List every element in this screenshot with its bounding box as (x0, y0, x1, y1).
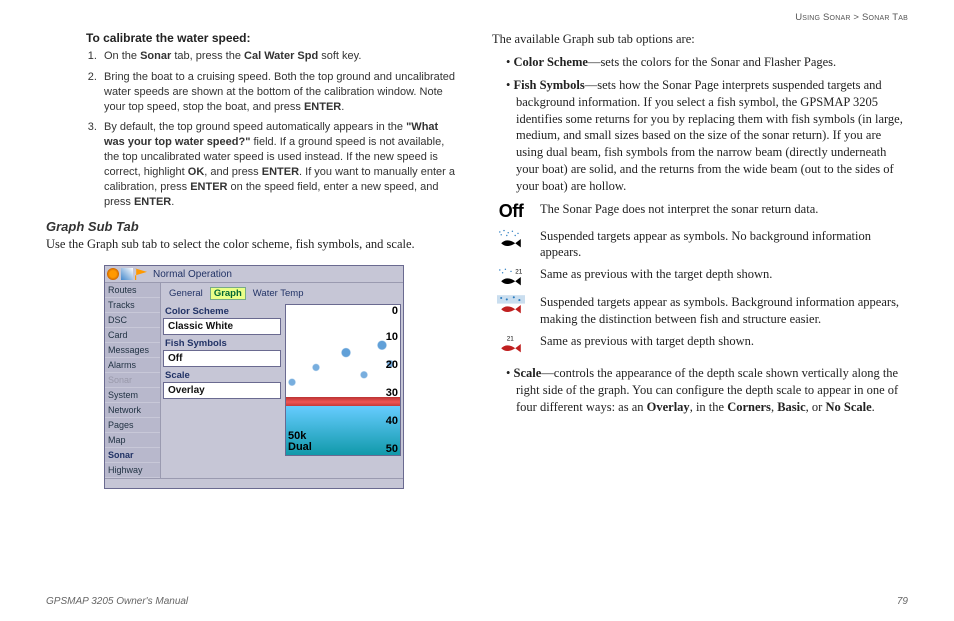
fish-nobg-icon (492, 228, 530, 250)
side-item: System (105, 388, 160, 403)
screenshot-fields: Color Scheme Classic White Fish Symbols … (163, 304, 281, 456)
sym-text-depth-nobg: Same as previous with the target depth s… (540, 266, 908, 282)
sym-text-depth-bg: Same as previous with target depth shown… (540, 333, 908, 349)
depth-label: 20 (386, 359, 398, 371)
fish-depth-bg-icon: 21 (492, 333, 530, 355)
left-column: To calibrate the water speed: On the Son… (46, 31, 462, 489)
off-icon: Off (492, 201, 530, 222)
step-1: On the Sonar tab, press the Cal Water Sp… (100, 49, 462, 64)
side-item: Pages (105, 418, 160, 433)
screenshot-main: General Graph Water Temp Color Scheme Cl… (161, 283, 403, 478)
side-item: Highway (105, 463, 160, 478)
screenshot-title: Normal Operation (153, 269, 232, 280)
screenshot-statusbar (105, 478, 403, 488)
tab-watertemp: Water Temp (249, 287, 308, 300)
footer: GPSMAP 3205 Owner's Manual 79 (46, 596, 908, 607)
side-item: Tracks (105, 298, 160, 313)
value-colorscheme: Classic White (163, 318, 281, 335)
side-item: Network (105, 403, 160, 418)
depth-label: 30 (386, 387, 398, 399)
sym-text-off: The Sonar Page does not interpret the so… (540, 201, 908, 217)
step-3: By default, the top ground speed automat… (100, 120, 462, 209)
calibrate-steps: On the Sonar tab, press the Cal Water Sp… (86, 49, 462, 209)
breadcrumb-page: Sonar Tab (862, 12, 908, 23)
symbol-legend: Off The Sonar Page does not interpret th… (492, 201, 908, 355)
nav-icon (121, 268, 133, 280)
side-item: Map (105, 433, 160, 448)
step-2: Bring the boat to a cruising speed. Both… (100, 70, 462, 115)
graph-subtab-text: Use the Graph sub tab to select the colo… (46, 236, 462, 253)
sym-text-nobg: Suspended targets appear as symbols. No … (540, 228, 908, 261)
sat-icon (107, 268, 119, 280)
svg-text:21: 21 (507, 335, 515, 342)
depth-label: 50 (386, 443, 398, 455)
breadcrumb-sep: > (851, 12, 862, 23)
bullet-fishsymbols: Fish Symbols—sets how the Sonar Page int… (516, 77, 908, 195)
side-item-selected: Sonar (105, 448, 160, 463)
freq-label: Dual (288, 442, 312, 453)
side-item: DSC (105, 313, 160, 328)
flag-icon (135, 268, 147, 280)
footer-title: GPSMAP 3205 Owner's Manual (46, 596, 188, 607)
screenshot-tabs: General Graph Water Temp (165, 287, 401, 300)
device-screenshot: Normal Operation Routes Tracks DSC Card … (104, 265, 404, 489)
screenshot-titlebar: Normal Operation (105, 266, 403, 283)
sonar-graph-icon: 0 10 20 30 40 50 50k Dual (285, 304, 401, 456)
depth-label: 10 (386, 331, 398, 343)
value-scale: Overlay (163, 382, 281, 399)
depth-label: 40 (386, 415, 398, 427)
sym-text-bg: Suspended targets appear as symbols. Bac… (540, 294, 908, 327)
svg-text:21: 21 (515, 269, 523, 276)
fish-bg-icon (492, 294, 530, 316)
graph-subtab-heading: Graph Sub Tab (46, 219, 462, 234)
side-item: Routes (105, 283, 160, 298)
bullet-colorscheme: Color Scheme—sets the colors for the Son… (516, 54, 908, 71)
right-column: The available Graph sub tab options are:… (492, 31, 908, 489)
label-scale: Scale (165, 370, 281, 381)
tab-graph: Graph (210, 287, 246, 300)
side-item: Sonar (105, 373, 160, 388)
breadcrumb-section: Using Sonar (795, 12, 850, 23)
breadcrumb: Using Sonar > Sonar Tab (46, 12, 908, 23)
label-fishsymbols: Fish Symbols (165, 338, 281, 349)
side-item: Card (105, 328, 160, 343)
page-number: 79 (897, 596, 908, 607)
label-colorscheme: Color Scheme (165, 306, 281, 317)
value-fishsymbols: Off (163, 350, 281, 367)
fish-depth-nobg-icon: 21 (492, 266, 530, 288)
side-item: Alarms (105, 358, 160, 373)
tab-general: General (165, 287, 207, 300)
right-intro: The available Graph sub tab options are: (492, 31, 908, 48)
calibrate-heading: To calibrate the water speed: (86, 31, 462, 45)
depth-label: 0 (392, 305, 398, 317)
bullet-scale: Scale—controls the appearance of the dep… (516, 365, 908, 416)
screenshot-sidebar: Routes Tracks DSC Card Messages Alarms S… (105, 283, 161, 478)
side-item: Messages (105, 343, 160, 358)
